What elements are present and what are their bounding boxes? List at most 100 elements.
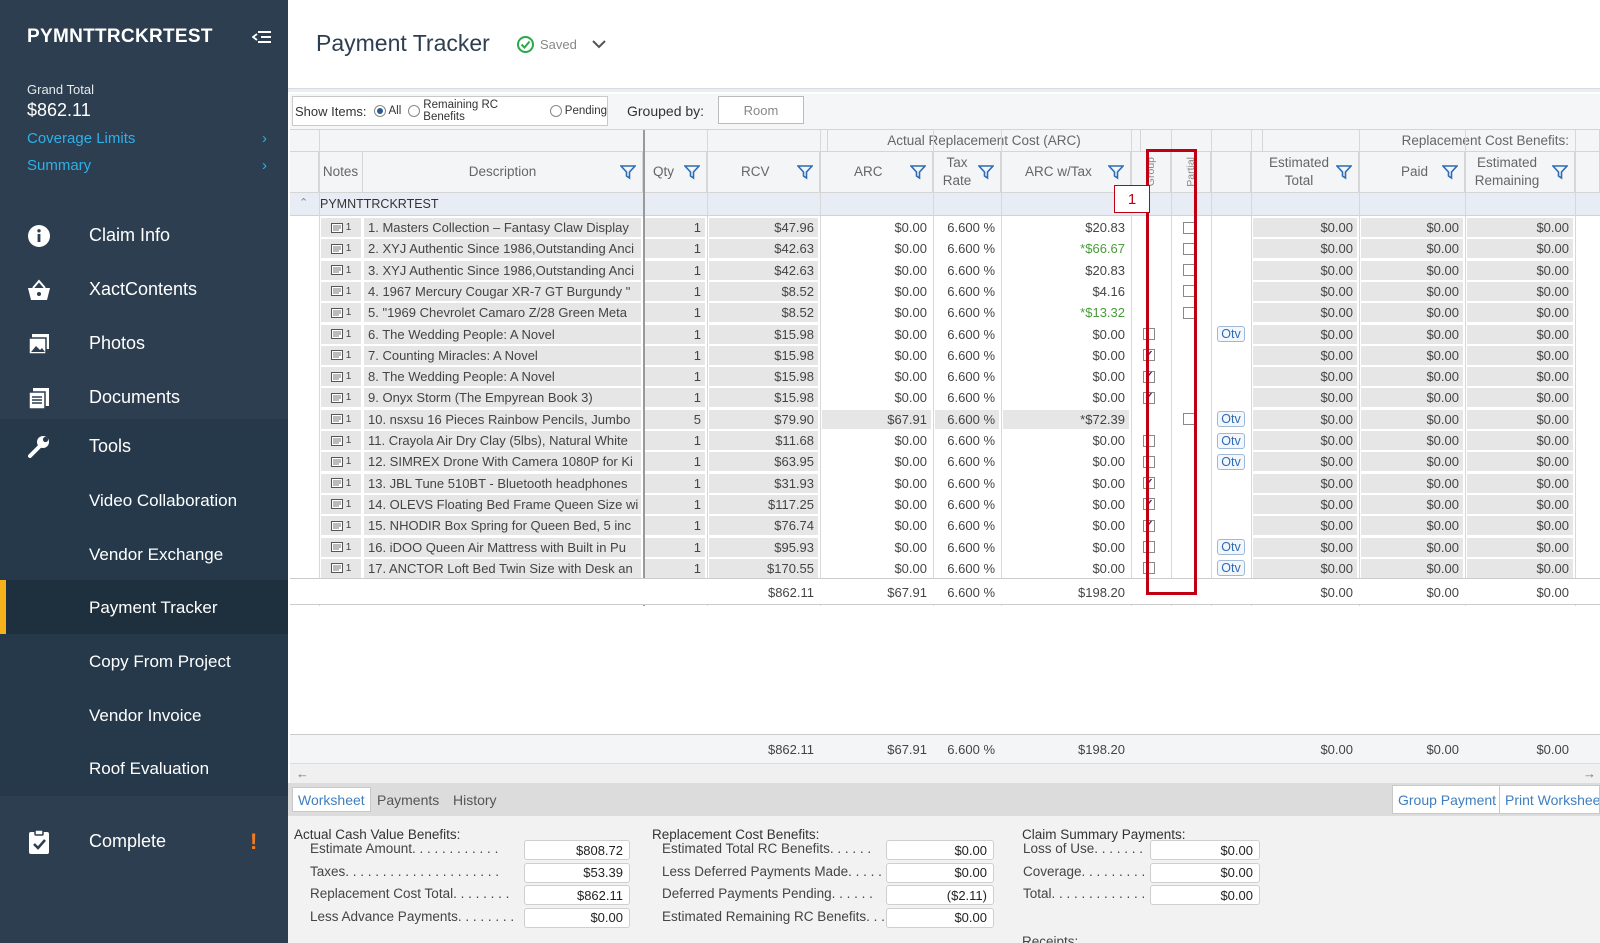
item-tax-rate[interactable]: 6.600 %: [935, 516, 999, 535]
collapse-group-icon[interactable]: ⌃: [299, 196, 308, 209]
note-cell[interactable]: 1: [321, 260, 361, 280]
item-arc[interactable]: $0.00: [822, 431, 931, 450]
note-cell[interactable]: 1: [321, 558, 361, 578]
item-description[interactable]: 3. XYJ Authentic Since 1986,Outstanding …: [364, 260, 641, 280]
item-tax-rate[interactable]: 6.600 %: [935, 325, 999, 344]
col-rcv[interactable]: RCV: [707, 152, 820, 193]
item-arc[interactable]: $0.00: [822, 538, 931, 557]
col-arc-wtax[interactable]: ARC w/Tax: [1001, 152, 1131, 193]
item-arc[interactable]: $0.00: [822, 367, 931, 386]
item-arc[interactable]: $0.00: [822, 495, 931, 514]
group-checkbox[interactable]: [1143, 538, 1159, 557]
col-arc[interactable]: ARC: [820, 152, 933, 193]
item-description[interactable]: 15. NHODIR Box Spring for Queen Bed, 5 i…: [364, 516, 641, 536]
item-arc[interactable]: $0.00: [822, 516, 931, 535]
note-icon[interactable]: [330, 371, 344, 383]
item-arc-wtax[interactable]: *$13.32: [1003, 303, 1129, 322]
item-arc-wtax[interactable]: $0.00: [1003, 388, 1129, 407]
group-checkbox[interactable]: [1143, 559, 1159, 578]
note-cell[interactable]: 1: [321, 452, 361, 472]
item-description[interactable]: 2. XYJ Authentic Since 1986,Outstanding …: [364, 239, 641, 259]
note-icon[interactable]: [330, 328, 344, 340]
item-arc[interactable]: $0.00: [822, 346, 931, 365]
item-description[interactable]: 12. SIMREX Drone With Camera 1080P for K…: [364, 452, 641, 472]
filter-icon[interactable]: [683, 164, 701, 185]
coverage-limits-link[interactable]: Coverage Limits ›: [27, 130, 267, 147]
group-checkbox[interactable]: ✓: [1143, 388, 1159, 407]
item-tax-rate[interactable]: 6.600 %: [935, 409, 999, 429]
nav-vendor-exchange[interactable]: Vendor Exchange: [0, 527, 288, 582]
note-cell[interactable]: 1: [321, 431, 361, 450]
filter-icon[interactable]: [1335, 164, 1353, 185]
item-arc-wtax[interactable]: $0.00: [1003, 325, 1129, 344]
item-tax-rate[interactable]: 6.600 %: [935, 452, 999, 471]
col-description[interactable]: Description: [363, 152, 643, 193]
item-tax-rate[interactable]: 6.600 %: [935, 367, 999, 386]
partial-checkbox[interactable]: [1183, 218, 1199, 237]
item-tax-rate[interactable]: 6.600 %: [935, 388, 999, 407]
nav-roof-evaluation[interactable]: Roof Evaluation: [0, 741, 288, 796]
item-arc-wtax[interactable]: $0.00: [1003, 538, 1129, 557]
col-est-total[interactable]: Estimated Total: [1251, 152, 1359, 193]
note-icon[interactable]: [330, 562, 344, 574]
note-cell[interactable]: 1: [321, 388, 361, 408]
note-icon[interactable]: [330, 264, 344, 276]
note-cell[interactable]: 1: [321, 537, 361, 557]
item-arc-wtax[interactable]: $0.00: [1003, 495, 1129, 514]
group-checkbox[interactable]: ✓: [1143, 495, 1159, 514]
item-description[interactable]: 17. ANCTOR Loft Bed Twin Size with Desk …: [364, 558, 641, 578]
otv-button[interactable]: Otv: [1214, 538, 1248, 557]
note-icon[interactable]: [330, 243, 344, 255]
item-arc-wtax[interactable]: $20.83: [1003, 261, 1129, 280]
item-tax-rate[interactable]: 6.600 %: [935, 282, 999, 301]
item-tax-rate[interactable]: 6.600 %: [935, 474, 999, 493]
note-icon[interactable]: [330, 520, 344, 532]
note-icon[interactable]: [330, 477, 344, 489]
filter-icon[interactable]: [909, 164, 927, 185]
col-notes[interactable]: Notes: [319, 152, 363, 193]
table-row[interactable]: 1 10. nsxsu 16 Pieces Rainbow Pencils, Ju…: [290, 409, 1600, 430]
item-tax-rate[interactable]: 6.600 %: [935, 559, 999, 578]
item-description[interactable]: 8. The Wedding People: A Novel: [364, 367, 641, 387]
group-row[interactable]: ⌃ PYMNTTRCKRTEST: [290, 193, 1600, 216]
col-est-remaining[interactable]: Estimated Remaining: [1465, 152, 1575, 193]
group-checkbox[interactable]: [1143, 431, 1159, 450]
partial-checkbox[interactable]: [1183, 282, 1199, 301]
note-icon[interactable]: [330, 541, 344, 553]
filter-icon[interactable]: [1441, 164, 1459, 185]
item-arc[interactable]: $0.00: [822, 303, 931, 322]
nav-vendor-invoice[interactable]: Vendor Invoice: [0, 688, 288, 743]
nav-claim-info[interactable]: Claim Info: [0, 208, 288, 263]
group-checkbox[interactable]: ✓: [1143, 516, 1159, 535]
filter-icon[interactable]: [977, 164, 995, 185]
tab-worksheet[interactable]: Worksheet: [292, 787, 371, 812]
horizontal-scrollbar[interactable]: ← →: [290, 763, 1600, 783]
note-cell[interactable]: 1: [321, 367, 361, 387]
table-row[interactable]: 1 5. "1969 Chevrolet Camaro Z/28 Green Me…: [290, 302, 1600, 323]
item-description[interactable]: 5. "1969 Chevrolet Camaro Z/28 Green Met…: [364, 303, 641, 323]
chevron-down-icon[interactable]: [592, 36, 606, 54]
table-row[interactable]: 1 11. Crayola Air Dry Clay (5lbs), Natura…: [290, 430, 1600, 451]
nav-documents[interactable]: Documents: [0, 370, 288, 425]
item-description[interactable]: 16. iDOO Queen Air Mattress with Built i…: [364, 537, 641, 557]
group-checkbox[interactable]: [1143, 452, 1159, 471]
item-description[interactable]: 7. Counting Miracles: A Novel: [364, 345, 641, 365]
grouped-by-field[interactable]: Room: [718, 96, 804, 124]
item-description[interactable]: 14. OLEVS Floating Bed Frame Queen Size …: [364, 494, 641, 514]
note-icon[interactable]: [330, 456, 344, 468]
group-checkbox[interactable]: [1143, 325, 1159, 344]
filter-icon[interactable]: [796, 164, 814, 185]
nav-copy-from-project[interactable]: Copy From Project: [0, 634, 288, 689]
note-cell[interactable]: 1: [321, 516, 361, 536]
note-icon[interactable]: [330, 222, 344, 234]
item-description[interactable]: 11. Crayola Air Dry Clay (5lbs), Natural…: [364, 431, 641, 450]
radio-pending[interactable]: [549, 105, 562, 117]
item-arc[interactable]: $67.91: [822, 409, 931, 429]
table-row[interactable]: 1 16. iDOO Queen Air Mattress with Built …: [290, 537, 1600, 558]
table-row[interactable]: 1 7. Counting Miracles: A Novel 1 $15.98 $0.…: [290, 345, 1600, 366]
item-arc-wtax[interactable]: $4.16: [1003, 282, 1129, 301]
item-arc-wtax[interactable]: $0.00: [1003, 367, 1129, 386]
partial-checkbox[interactable]: [1183, 261, 1199, 280]
nav-tools[interactable]: Tools: [0, 419, 288, 474]
item-arc-wtax[interactable]: *$72.39: [1003, 409, 1129, 429]
